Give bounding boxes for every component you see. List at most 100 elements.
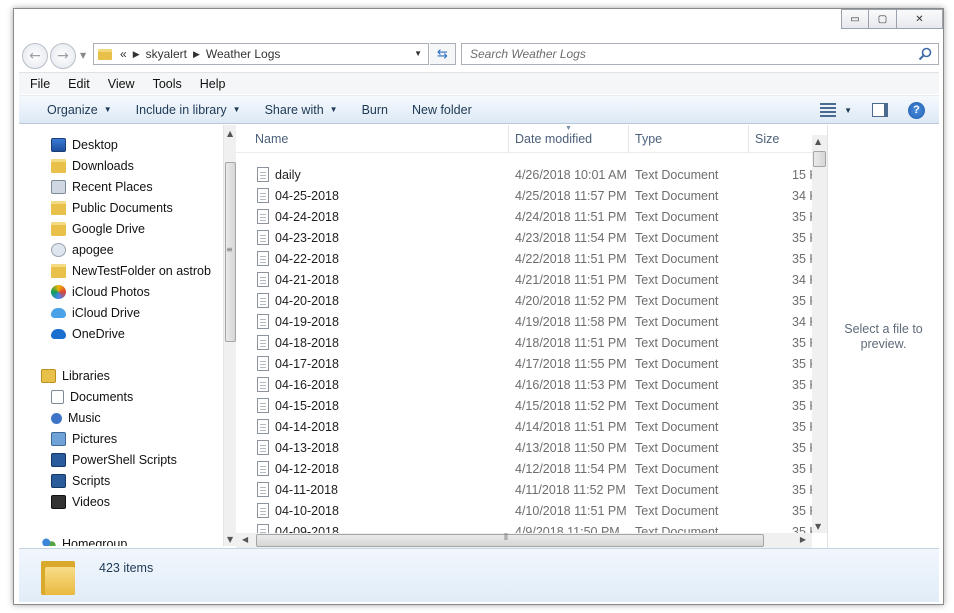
text-document-icon <box>257 503 269 518</box>
breadcrumb-weather-logs[interactable]: Weather Logs <box>206 47 281 61</box>
file-row[interactable]: 04-14-2018 4/14/2018 11:51 PM Text Documen… <box>236 416 814 437</box>
menu-view[interactable]: View <box>97 77 142 91</box>
nav-item-label: Documents <box>70 390 134 404</box>
file-row[interactable]: 04-24-2018 4/24/2018 11:51 PM Text Documen… <box>236 206 814 227</box>
file-name: 04-19-2018 <box>275 314 339 329</box>
nav-item-pictures[interactable]: Pictures <box>51 429 117 449</box>
file-row[interactable]: 04-12-2018 4/12/2018 11:54 PM Text Documen… <box>236 458 814 479</box>
nav-item-powershell-scripts[interactable]: PowerShell Scripts <box>51 450 177 470</box>
menu-edit[interactable]: Edit <box>57 77 97 91</box>
scroll-up-icon[interactable]: ▲ <box>227 129 233 138</box>
search-icon[interactable] <box>918 47 932 61</box>
nav-item-music[interactable]: Music <box>51 408 101 428</box>
column-header-size[interactable]: Size <box>749 125 814 153</box>
nav-item-icloud-photos[interactable]: iCloud Photos <box>51 282 150 302</box>
minimize-button[interactable]: ▭ <box>841 9 869 29</box>
scroll-down-icon[interactable]: ▼ <box>815 522 821 531</box>
menu-tools[interactable]: Tools <box>142 77 189 91</box>
file-row[interactable]: 04-22-2018 4/22/2018 11:51 PM Text Documen… <box>236 248 814 269</box>
file-row[interactable]: 04-13-2018 4/13/2018 11:50 PM Text Documen… <box>236 437 814 458</box>
nav-item-google-drive[interactable]: Google Drive <box>51 219 145 239</box>
include-in-library-button[interactable]: Include in library ▼ <box>126 103 251 117</box>
file-name: 04-09-2018 <box>275 524 339 534</box>
nav-item-apogee[interactable]: apogee <box>51 240 114 260</box>
burn-label: Burn <box>361 102 388 117</box>
file-row[interactable]: 04-25-2018 4/25/2018 11:57 PM Text Documen… <box>236 185 814 206</box>
breadcrumb-separator-icon[interactable]: ▶ <box>133 49 140 60</box>
refresh-button[interactable]: ⇆ <box>430 43 456 65</box>
breadcrumb-overflow[interactable]: « <box>120 47 127 61</box>
breadcrumb-skyalert[interactable]: skyalert <box>146 47 187 61</box>
navigation-pane-scrollbar[interactable]: ▲ ≡ ▼ <box>223 125 236 546</box>
address-dropdown-icon[interactable]: ▼ <box>414 49 422 58</box>
file-row[interactable]: 04-10-2018 4/10/2018 11:51 PM Text Documen… <box>236 500 814 521</box>
nav-item-scripts[interactable]: Scripts <box>51 471 110 491</box>
back-button[interactable]: ← <box>22 43 48 69</box>
nav-item-homegroup[interactable]: Homegroup <box>41 534 127 546</box>
nav-item-libraries[interactable]: Libraries <box>41 366 110 386</box>
nav-item-documents[interactable]: Documents <box>51 387 133 407</box>
refresh-icon: ⇆ <box>437 46 448 62</box>
menu-file[interactable]: File <box>19 77 57 91</box>
share-with-label: Share with <box>264 102 324 117</box>
file-row[interactable]: 04-09-2018 4/9/2018 11:50 PM Text Document… <box>236 521 814 533</box>
file-size: 35 K <box>792 377 814 392</box>
nav-item-onedrive[interactable]: OneDrive <box>51 324 125 344</box>
maximize-button[interactable]: ▢ <box>869 9 897 29</box>
file-list-vertical-scrollbar[interactable]: ▲ ▼ <box>812 135 827 533</box>
file-row[interactable]: 04-23-2018 4/23/2018 11:54 PM Text Documen… <box>236 227 814 248</box>
nav-item-recent-places[interactable]: Recent Places <box>51 177 153 197</box>
column-header-name[interactable]: Name <box>236 125 509 153</box>
nav-item-label: Google Drive <box>72 222 145 236</box>
file-row[interactable]: 04-11-2018 4/11/2018 11:52 PM Text Documen… <box>236 479 814 500</box>
scroll-up-icon[interactable]: ▲ <box>815 137 821 146</box>
file-row[interactable]: 04-16-2018 4/16/2018 11:53 PM Text Documen… <box>236 374 814 395</box>
file-list-horizontal-scrollbar[interactable]: ◀ ⦀ ▶ <box>236 533 812 548</box>
text-document-icon <box>257 209 269 224</box>
file-row[interactable]: 04-15-2018 4/15/2018 11:52 PM Text Documen… <box>236 395 814 416</box>
nav-item-label: Homegroup <box>62 537 128 546</box>
search-box[interactable] <box>461 43 939 65</box>
scroll-down-icon[interactable]: ▼ <box>227 535 233 544</box>
file-row[interactable]: 04-20-2018 4/20/2018 11:52 PM Text Documen… <box>236 290 814 311</box>
text-document-icon <box>257 293 269 308</box>
scroll-right-icon[interactable]: ▶ <box>800 535 806 544</box>
nav-item-desktop[interactable]: Desktop <box>51 135 118 155</box>
file-row[interactable]: 04-21-2018 4/21/2018 11:51 PM Text Documen… <box>236 269 814 290</box>
file-date-modified: 4/9/2018 11:50 PM <box>515 524 620 534</box>
folder-icon <box>98 48 112 60</box>
nav-item-newtestfolder[interactable]: NewTestFolder on astrob <box>51 261 211 281</box>
close-button[interactable]: ✕ <box>897 9 943 29</box>
preview-pane-toggle-icon[interactable] <box>872 103 888 117</box>
address-bar[interactable]: « ▶ skyalert ▶ Weather Logs ▼ <box>93 43 429 65</box>
search-input[interactable] <box>470 47 910 61</box>
help-icon[interactable]: ? <box>908 101 925 119</box>
file-row[interactable]: 04-17-2018 4/17/2018 11:55 PM Text Documen… <box>236 353 814 374</box>
organize-button[interactable]: Organize ▼ <box>37 103 122 117</box>
column-header-type[interactable]: Type <box>629 125 749 153</box>
file-row[interactable]: 04-18-2018 4/18/2018 11:51 PM Text Documen… <box>236 332 814 353</box>
scrollbar-thumb[interactable] <box>256 534 764 547</box>
file-row[interactable]: daily 4/26/2018 10:01 AM Text Document 15 K <box>236 164 814 185</box>
breadcrumb-separator-icon[interactable]: ▶ <box>193 49 200 60</box>
menu-help[interactable]: Help <box>189 77 233 91</box>
view-options-dropdown-icon[interactable]: ▼ <box>844 106 852 115</box>
new-folder-button[interactable]: New folder <box>402 103 482 117</box>
file-date-modified: 4/12/2018 11:54 PM <box>515 461 627 476</box>
nav-item-videos[interactable]: Videos <box>51 492 110 512</box>
back-arrow-icon: ← <box>29 48 41 64</box>
file-name: 04-11-2018 <box>275 482 339 497</box>
nav-item-downloads[interactable]: Downloads <box>51 156 134 176</box>
share-with-button[interactable]: Share with ▼ <box>255 103 348 117</box>
nav-item-public-documents[interactable]: Public Documents <box>51 198 173 218</box>
scroll-left-icon[interactable]: ◀ <box>242 535 248 544</box>
scrollbar-thumb[interactable] <box>813 151 826 167</box>
file-date-modified: 4/22/2018 11:51 PM <box>515 251 627 266</box>
burn-button[interactable]: Burn <box>352 103 398 117</box>
recent-pages-dropdown[interactable]: ▼ <box>80 51 86 60</box>
nav-item-icloud-drive[interactable]: iCloud Drive <box>51 303 140 323</box>
change-view-icon[interactable] <box>820 103 837 117</box>
file-date-modified: 4/10/2018 11:51 PM <box>515 503 627 518</box>
forward-button[interactable]: → <box>50 43 76 69</box>
file-row[interactable]: 04-19-2018 4/19/2018 11:58 PM Text Documen… <box>236 311 814 332</box>
